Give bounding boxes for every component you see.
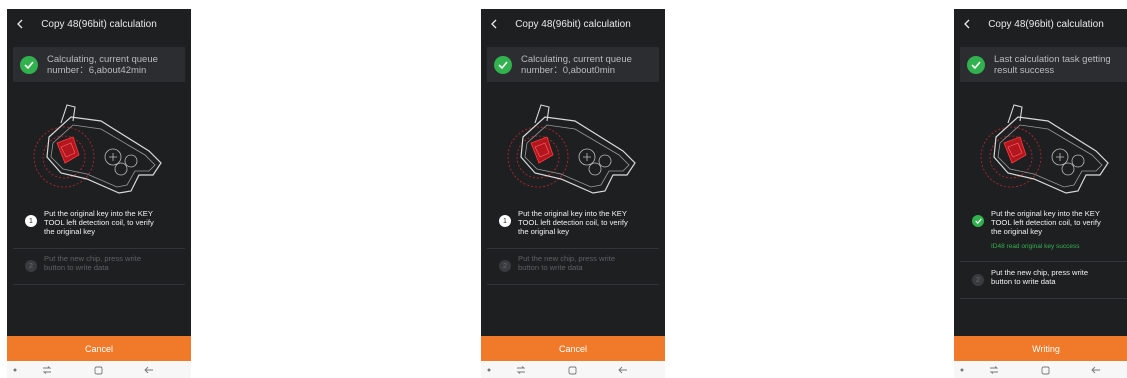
step-1: 1 Put the original key into the KEY TOOL…: [13, 209, 185, 236]
status-banner: Calculating, current queue number：6,abou…: [13, 47, 185, 82]
step-1: 1 Put the original key into the KEY TOOL…: [487, 209, 659, 236]
back-arrow-icon[interactable]: [142, 363, 156, 377]
status-line-1: Calculating, current queue: [47, 53, 158, 65]
back-arrow-icon[interactable]: [616, 363, 630, 377]
key-tool-illustration: [507, 104, 636, 194]
divider: [960, 261, 1127, 262]
top-bar: Copy 48(96bit) calculation: [7, 9, 191, 39]
divider: [487, 248, 659, 249]
step-2: 2 Put the new chip, press write button t…: [487, 254, 659, 272]
page-title: Copy 48(96bit) calculation: [988, 18, 1104, 30]
step-1-line-2: TOOL left detection coil, to verify: [518, 218, 628, 227]
step-2-line-2: button to write data: [44, 263, 109, 272]
step-2-text: Put the new chip, press write button to …: [991, 268, 1088, 286]
phone-screen-3: Copy 48(96bit) calculation Last calculat…: [954, 9, 1127, 378]
back-arrow-icon[interactable]: [1089, 363, 1103, 377]
step-1-text: Put the original key into the KEY TOOL l…: [518, 209, 628, 236]
home-icon[interactable]: [91, 363, 105, 377]
step-1-text: Put the original key into the KEY TOOL l…: [991, 209, 1101, 251]
android-nav-bar: [7, 361, 191, 378]
status-text: Last calculation task getting result suc…: [994, 54, 1111, 76]
step-2-text: Put the new chip, press write button to …: [518, 254, 615, 272]
cancel-button[interactable]: Cancel: [7, 336, 191, 361]
phone-screen-2: Copy 48(96bit) calculation Calculating, …: [481, 9, 665, 378]
dot-icon: [482, 363, 496, 377]
status-banner: Last calculation task getting result suc…: [960, 47, 1127, 82]
page-title: Copy 48(96bit) calculation: [515, 18, 631, 30]
status-line-2: number：6,about42min: [47, 64, 147, 76]
android-nav-bar: [481, 361, 665, 378]
cancel-button[interactable]: Cancel: [481, 336, 665, 361]
key-tool-illustration: [33, 104, 162, 194]
page-title: Copy 48(96bit) calculation: [41, 18, 157, 30]
status-text: Calculating, current queue number：0,abou…: [521, 54, 632, 76]
step-2-line-2: button to write data: [991, 277, 1056, 286]
dot-icon: [8, 363, 22, 377]
writing-button[interactable]: Writing: [954, 336, 1127, 361]
step-1: Put the original key into the KEY TOOL l…: [960, 209, 1127, 251]
step-2: 2 Put the new chip, press write button t…: [960, 268, 1127, 286]
status-line-2: number：0,about0min: [521, 64, 615, 76]
status-line-2: result success: [994, 64, 1055, 76]
step-1-line-3: the original key: [991, 227, 1043, 236]
step-1-number: 1: [499, 215, 511, 227]
chevron-left-icon[interactable]: [13, 15, 27, 33]
divider: [960, 298, 1127, 299]
recent-apps-icon[interactable]: [987, 363, 1001, 377]
phone-screen-1: Copy 48(96bit) calculation Calculating, …: [7, 9, 191, 378]
divider: [487, 284, 659, 285]
recent-apps-icon[interactable]: [514, 363, 528, 377]
step-2-line-1: Put the new chip, press write: [991, 268, 1089, 277]
step-1-line-3: the original key: [518, 227, 570, 236]
step-1-text: Put the original key into the KEY TOOL l…: [44, 209, 154, 236]
chevron-left-icon[interactable]: [487, 15, 501, 33]
step-1-line-3: the original key: [44, 227, 96, 236]
home-icon[interactable]: [565, 363, 579, 377]
step-1-line-2: TOOL left detection coil, to verify: [991, 218, 1101, 227]
chevron-left-icon[interactable]: [960, 15, 974, 33]
check-circle-icon: [20, 55, 38, 74]
step-1-number: 1: [25, 215, 37, 227]
step-1-line-2: TOOL left detection coil, to verify: [44, 218, 154, 227]
step-2: 2 Put the new chip, press write button t…: [13, 254, 185, 272]
step-2-text: Put the new chip, press write button to …: [44, 254, 141, 272]
step-2-line-2: button to write data: [518, 263, 583, 272]
status-line-1: Calculating, current queue: [521, 53, 632, 65]
step-1-line-1: Put the original key into the KEY: [991, 209, 1100, 218]
step-1-check-icon: [972, 215, 984, 227]
divider: [13, 248, 185, 249]
divider: [13, 284, 185, 285]
android-nav-bar: [954, 361, 1127, 378]
status-banner: Calculating, current queue number：0,abou…: [487, 47, 659, 82]
home-icon[interactable]: [1038, 363, 1052, 377]
step-2-line-1: Put the new chip, press write: [44, 254, 142, 263]
check-circle-icon: [967, 55, 985, 74]
status-line-1: Last calculation task getting: [994, 53, 1111, 65]
check-circle-icon: [494, 55, 512, 74]
step-2-number: 2: [972, 274, 984, 286]
step-2-number: 2: [25, 260, 37, 272]
status-text: Calculating, current queue number：6,abou…: [47, 54, 158, 76]
recent-apps-icon[interactable]: [40, 363, 54, 377]
key-tool-illustration: [980, 104, 1109, 194]
top-bar: Copy 48(96bit) calculation: [954, 9, 1127, 39]
top-bar: Copy 48(96bit) calculation: [481, 9, 665, 39]
step-2-line-1: Put the new chip, press write: [518, 254, 616, 263]
step-1-success-text: ID48 read original key success: [991, 243, 1080, 250]
dot-icon: [955, 363, 969, 377]
step-1-line-1: Put the original key into the KEY: [518, 209, 627, 218]
step-2-number: 2: [499, 260, 511, 272]
step-1-line-1: Put the original key into the KEY: [44, 209, 153, 218]
